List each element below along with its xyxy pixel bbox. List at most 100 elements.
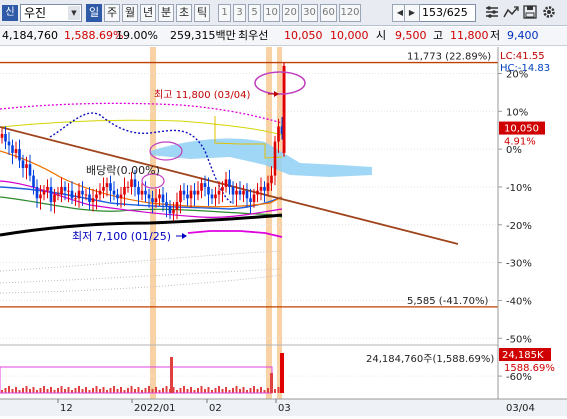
interval-button[interactable]: 10 [263, 4, 280, 22]
interval-button[interactable]: 3 [233, 4, 246, 22]
interval-button[interactable]: 5 [248, 4, 261, 22]
volume-bar [204, 389, 206, 393]
period-button[interactable]: 주 [104, 4, 120, 22]
interval-button[interactable]: 60 [320, 4, 337, 22]
reference-line-label: 5,585 (-41.70%) [407, 296, 488, 307]
volume-bar [242, 387, 245, 393]
volume-bar [218, 386, 220, 393]
legend-lc: LC:41.55 [500, 51, 545, 62]
candle-body [95, 194, 98, 199]
candle-body [123, 186, 126, 195]
candle-body [273, 141, 277, 176]
interval-button[interactable]: 30 [301, 4, 318, 22]
volume-bar [32, 387, 35, 393]
candle-body [140, 190, 144, 195]
interval-button[interactable]: 1 [218, 4, 231, 22]
candle-body [144, 190, 147, 195]
save-icon[interactable] [522, 4, 538, 22]
period-button[interactable]: 월 [122, 4, 138, 22]
chart-type-icon[interactable] [503, 4, 519, 22]
candle-body [35, 186, 39, 199]
volume-bar [57, 388, 59, 393]
volume-bar [29, 389, 31, 393]
volume-bar [207, 387, 210, 393]
candle-body [119, 194, 123, 199]
candle-body [84, 194, 88, 196]
data-count-input[interactable]: 153/625 [418, 4, 476, 22]
high-value: 11,800 [450, 29, 489, 42]
gear-icon[interactable] [541, 4, 557, 22]
volume-bar [99, 389, 101, 393]
interval-button[interactable]: 120 [339, 4, 361, 22]
candle-body [11, 145, 14, 153]
volume-bar [8, 386, 10, 393]
candle-body [137, 186, 140, 195]
candle-body [282, 65, 286, 153]
volume-bar [274, 389, 276, 393]
x-tick-label-right: 03/04 [506, 403, 535, 414]
y-tick-label: -50% [506, 334, 532, 345]
candle-body [53, 194, 56, 203]
volume-badge-text: 24,185K [502, 350, 544, 361]
volume-bar [148, 386, 150, 393]
price-chart[interactable]: 11,773 (22.89%) 5,585 (-41.70%) 최고 11,800… [0, 47, 567, 416]
candle-body [196, 190, 200, 195]
y-tick-label: -60% [506, 372, 532, 383]
indicator-settings-icon[interactable] [484, 4, 500, 22]
period-button[interactable]: 일 [86, 4, 102, 22]
candle-body [200, 183, 203, 191]
volume-bar [137, 387, 140, 393]
volume-bar [235, 386, 238, 393]
volume-bar [155, 387, 157, 393]
candle-body [32, 175, 35, 187]
candle-body [168, 205, 172, 214]
candle-body [256, 190, 259, 195]
x-tick-label: 2022/01 [134, 403, 176, 414]
volume-bar [183, 386, 185, 393]
volume-bar [92, 388, 94, 393]
volume-bar [116, 389, 119, 393]
candle-body [210, 194, 214, 199]
candle-body [0, 134, 4, 138]
interval-button[interactable]: 20 [282, 4, 299, 22]
candle-body [249, 198, 252, 203]
candle-body [25, 164, 28, 169]
candle-body [102, 186, 105, 191]
candle-body [116, 194, 119, 199]
volume-bar [253, 386, 255, 393]
volume-bar [95, 386, 98, 393]
y-tick-label: -10% [506, 183, 532, 194]
volume-bar [109, 388, 112, 393]
candle-body [81, 190, 84, 195]
candle-body [252, 194, 256, 203]
candle-body [42, 190, 46, 195]
period-button[interactable]: 분 [158, 4, 174, 22]
candle-body [175, 202, 179, 210]
candle-body [186, 194, 189, 199]
candle-body [154, 198, 158, 203]
candle-body [242, 190, 245, 195]
high-annotation: 최고 11,800 (03/04) [154, 89, 250, 101]
candle-body [133, 179, 137, 187]
period-button[interactable]: 틱 [194, 4, 210, 22]
candle-body [165, 202, 168, 206]
stock-name-text: 우진 [24, 6, 47, 20]
period-button[interactable]: 년 [140, 4, 156, 22]
candle-body [130, 179, 133, 187]
candle-body [238, 190, 242, 195]
candle-body [7, 141, 11, 146]
candle-body [70, 190, 74, 199]
volume-bar [162, 388, 164, 393]
chevron-down-icon[interactable]: ▼ [68, 6, 80, 20]
market-code-badge[interactable]: 신 [2, 5, 18, 21]
y-tick-label: -40% [506, 296, 532, 307]
open-value: 9,500 [395, 29, 427, 42]
candle-body [98, 190, 102, 195]
candle-body [151, 198, 154, 203]
candle-body [224, 179, 228, 187]
period-button[interactable]: 초 [176, 4, 192, 22]
turnover-value: 19.00% [116, 29, 158, 42]
stock-name-input[interactable]: 우진 ▼ [20, 4, 82, 22]
candle-body [277, 126, 280, 142]
scroll-right-arrow-icon[interactable]: ▶ [404, 4, 420, 22]
